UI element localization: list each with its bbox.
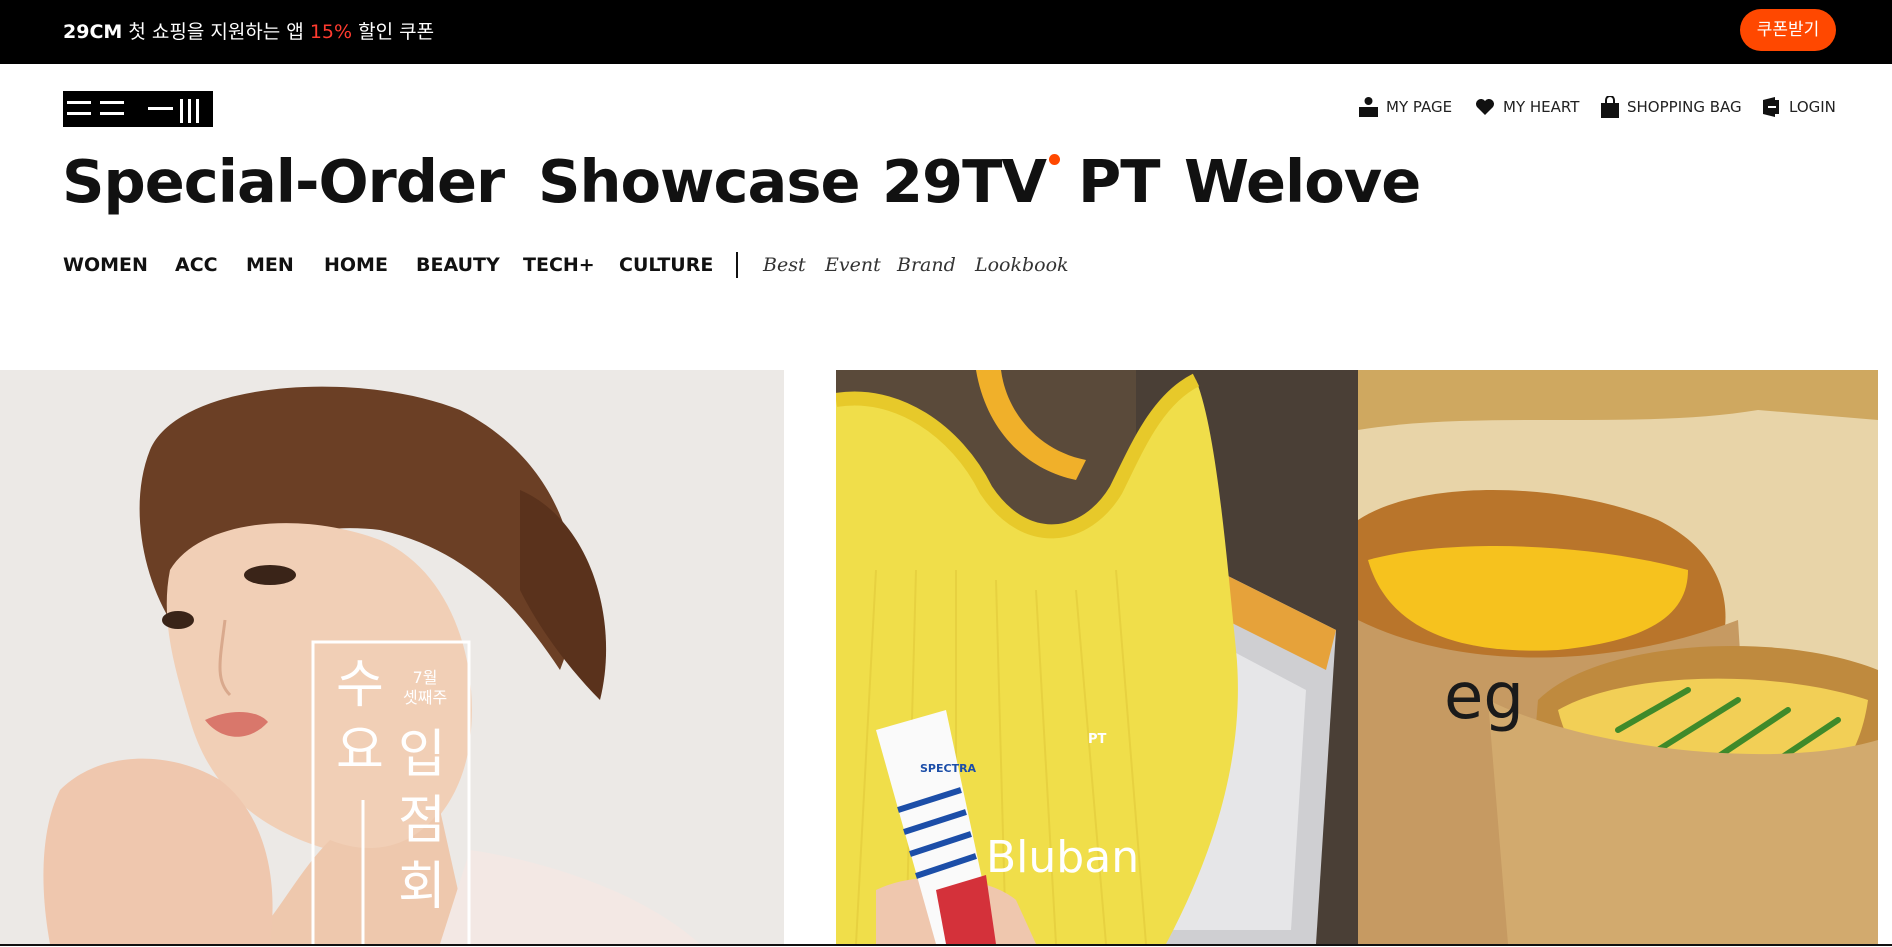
category-culture[interactable]: CULTURE xyxy=(619,254,713,276)
login-icon xyxy=(1763,97,1779,117)
egg-sandwich-image xyxy=(1358,370,1878,944)
login-link[interactable]: LOGIN xyxy=(1763,95,1836,119)
model-portrait-image xyxy=(0,370,784,944)
product-label: SPECTRA xyxy=(920,762,977,775)
login-label: LOGIN xyxy=(1789,98,1836,116)
event-title-col2: 입점회 xyxy=(398,725,446,917)
user-icon xyxy=(1359,97,1378,117)
bottom-divider xyxy=(0,944,1892,946)
my-page-link[interactable]: MY PAGE xyxy=(1359,95,1452,119)
event-title-col1: 수요 xyxy=(336,655,384,781)
category-men[interactable]: MEN xyxy=(246,254,294,276)
link-lookbook[interactable]: Lookbook xyxy=(975,254,1069,276)
event-date: 7월 셋째주 xyxy=(403,668,447,708)
get-coupon-button[interactable]: 쿠폰받기 xyxy=(1740,9,1836,51)
banner-wednesday-event[interactable]: 7월 셋째주 수요 입점회 xyxy=(0,370,784,944)
new-indicator-dot xyxy=(1049,154,1060,165)
link-event[interactable]: Event xyxy=(825,254,881,276)
banner-pt-bluban[interactable]: PT SPECTRA Bluban xyxy=(836,370,1358,944)
promo-percent: 15% xyxy=(309,21,353,43)
my-heart-label: MY HEART xyxy=(1503,98,1580,116)
category-beauty[interactable]: BEAUTY xyxy=(416,254,500,276)
shopping-bag-link[interactable]: SHOPPING BAG xyxy=(1601,95,1742,119)
category-tech[interactable]: TECH+ xyxy=(523,254,595,276)
promo-text[interactable]: 29CM 첫 쇼핑을 지원하는 앱 15% 할인 쿠폰 xyxy=(63,17,434,44)
nav-showcase[interactable]: Showcase xyxy=(538,142,860,222)
nav-welove[interactable]: Welove xyxy=(1184,142,1421,222)
promo-text-after: 할인 쿠폰 xyxy=(352,21,435,43)
banner-egg-sandwich[interactable]: eg xyxy=(1358,370,1878,944)
event-month: 7월 xyxy=(412,668,438,687)
eg-brand: eg xyxy=(1444,660,1524,734)
my-page-label: MY PAGE xyxy=(1386,98,1453,116)
heart-icon xyxy=(1476,99,1494,115)
category-home[interactable]: HOME xyxy=(324,254,388,276)
nav-special-order[interactable]: Special-Order xyxy=(62,142,505,222)
link-best[interactable]: Best xyxy=(763,254,806,276)
nav-pt[interactable]: PT xyxy=(1078,142,1160,222)
my-heart-link[interactable]: MY HEART xyxy=(1475,95,1579,119)
link-brand[interactable]: Brand xyxy=(897,254,956,276)
event-week: 셋째주 xyxy=(403,688,448,707)
29cm-logo[interactable] xyxy=(63,91,213,127)
promo-text-before: 첫 쇼핑을 지원하는 앱 xyxy=(122,21,310,43)
bluban-brand: Bluban xyxy=(986,832,1140,883)
category-women[interactable]: WOMEN xyxy=(63,254,148,276)
bag-icon xyxy=(1601,96,1619,118)
nav-divider xyxy=(736,252,738,278)
category-acc[interactable]: ACC xyxy=(175,254,218,276)
pt-tag: PT xyxy=(1088,732,1107,747)
promo-bar: 29CM 첫 쇼핑을 지원하는 앱 15% 할인 쿠폰 쿠폰받기 xyxy=(0,0,1892,64)
promo-brand: 29CM xyxy=(63,21,123,43)
shopping-bag-label: SHOPPING BAG xyxy=(1627,98,1742,116)
nav-29tv[interactable]: 29TV xyxy=(882,142,1047,222)
